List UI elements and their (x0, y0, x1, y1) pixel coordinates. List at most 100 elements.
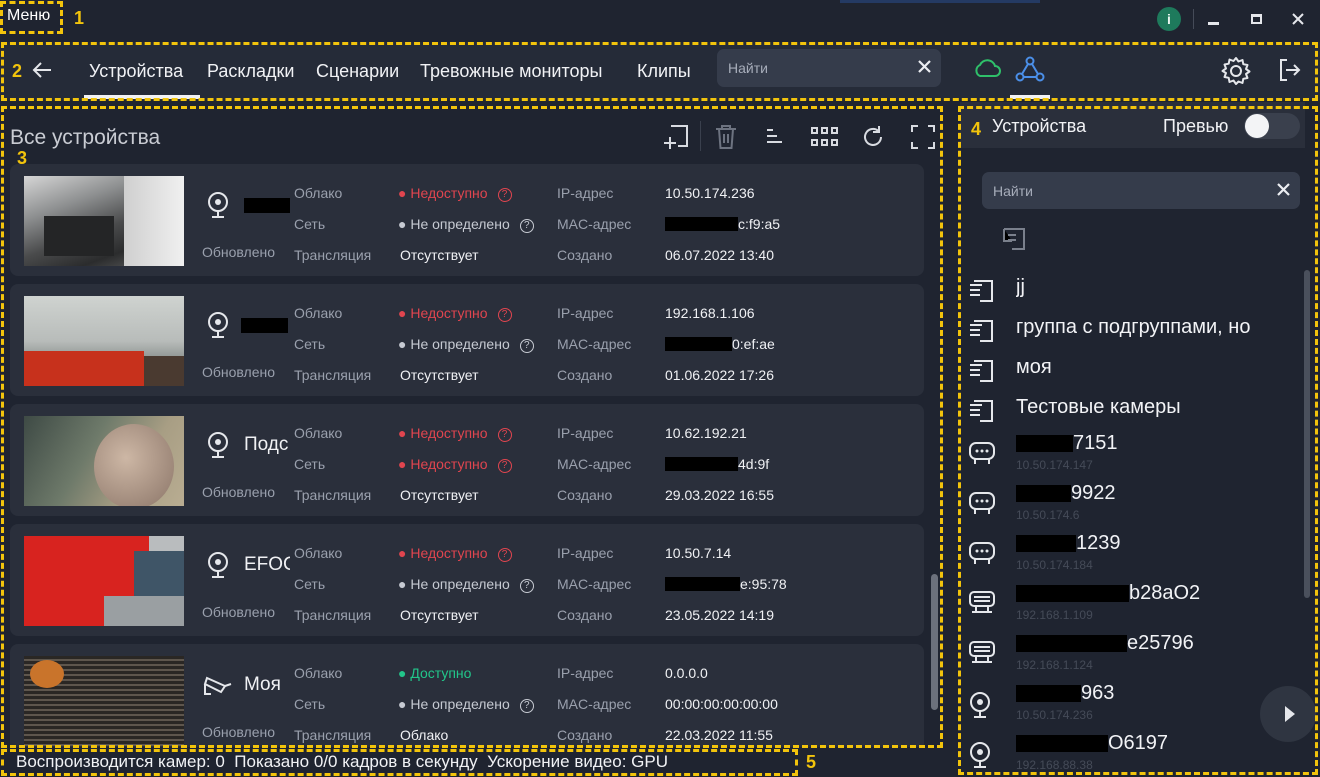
nav-search-input[interactable]: Найти (717, 49, 941, 87)
ip-label: IP-адрес (557, 185, 614, 201)
minimize-icon[interactable] (1200, 8, 1226, 30)
device-card[interactable]: Обновлено Облако Сеть Трансляция ● Недос… (10, 164, 924, 276)
tab-scenarios[interactable]: Сценарии (316, 61, 399, 82)
mac-value: 0:ef:ae (732, 336, 775, 352)
device-name: O6197 (1108, 732, 1169, 754)
divider (1193, 9, 1194, 29)
expand-panel-button[interactable] (1260, 686, 1316, 742)
menu-button[interactable]: Меню (7, 7, 50, 25)
webcam-icon (206, 550, 230, 585)
ip-camera-icon (203, 672, 233, 703)
clear-search-icon[interactable] (918, 60, 931, 76)
webcam-icon (968, 690, 992, 725)
redacted-name (1016, 685, 1081, 702)
stream-label: Трансляция (294, 727, 372, 743)
group-folder-icon (968, 318, 996, 349)
tree-group-item[interactable]: группа с подгруппами, но (960, 310, 1300, 350)
ip-label: IP-адрес (557, 425, 614, 441)
tab-layouts[interactable]: Раскладки (207, 61, 294, 82)
grid-view-icon[interactable] (810, 126, 840, 153)
tree-group-item[interactable]: моя (960, 350, 1300, 390)
add-device-icon[interactable] (662, 123, 690, 156)
tree-device-item[interactable]: 963 10.50.174.236 (960, 680, 1300, 730)
device-card[interactable]: Обновлено Облако Сеть Трансляция ● Недос… (10, 284, 924, 396)
clear-search-icon[interactable] (1277, 182, 1290, 199)
tree-device-item[interactable]: e25796 192.168.1.124 (960, 630, 1300, 680)
device-name: EFOC (244, 554, 290, 575)
device-card[interactable]: EFOC Обновлено Облако Сеть Трансляция ● … (10, 524, 924, 636)
stream-label: Трансляция (294, 367, 372, 383)
logout-icon[interactable] (1277, 57, 1301, 88)
play-arrow-icon (1285, 706, 1295, 722)
camera-thumbnail (24, 536, 184, 626)
ip-value: 10.50.7.14 (665, 545, 732, 561)
redacted-name (1016, 485, 1071, 502)
tree-device-item[interactable]: 9922 10.50.174.6 (960, 480, 1300, 530)
camera-thumbnail (24, 176, 184, 266)
device-card[interactable]: Подс Обновлено Облако Сеть Трансляция ● … (10, 404, 924, 516)
search-placeholder: Найти (993, 182, 1033, 199)
cloud-status: ● Недоступно? (398, 425, 512, 442)
redacted-name (244, 198, 290, 213)
side-scrollbar-thumb[interactable] (1304, 270, 1310, 598)
redacted-name (1016, 535, 1076, 552)
info-icon[interactable]: i (1157, 7, 1181, 31)
toggle-knob (1245, 114, 1269, 138)
maximize-icon[interactable] (1243, 8, 1269, 30)
sort-icon[interactable] (764, 128, 784, 151)
cloud-icon[interactable] (973, 57, 1001, 84)
tree-group-item[interactable]: Тестовые камеры (960, 390, 1300, 430)
mac-value: e:95:78 (740, 576, 787, 592)
ip-value: 10.50.174.236 (665, 185, 755, 201)
refresh-icon[interactable] (860, 124, 886, 155)
annotation-number: 5 (806, 752, 817, 772)
mac-label: MAC-адрес (557, 456, 632, 472)
redacted-mac (665, 217, 738, 231)
preview-toggle[interactable] (1244, 113, 1300, 139)
updated-label: Обновлено (202, 724, 276, 740)
device-name: 1239 (1076, 532, 1121, 554)
fullscreen-icon[interactable] (910, 124, 936, 155)
stream-label: Трансляция (294, 247, 372, 263)
settings-gear-icon[interactable] (1220, 55, 1252, 92)
redacted-mac (665, 577, 740, 591)
close-icon[interactable] (1285, 8, 1311, 30)
ip-label: IP-адрес (557, 665, 614, 681)
network-label: Сеть (294, 576, 326, 592)
group-folder-icon[interactable] (1000, 226, 1028, 257)
network-status: ● Не определено? (398, 336, 534, 353)
device-ip: 10.50.174.236 (1016, 708, 1093, 722)
network-topology-icon[interactable] (1015, 56, 1045, 87)
group-name: Тестовые камеры (1016, 396, 1181, 418)
cloud-status: ● Доступно (398, 665, 472, 681)
devices-panel: Все устройства Обновлено Облако Сеть Тра… (0, 102, 945, 747)
device-ip: 192.168.1.109 (1016, 608, 1093, 622)
tree-device-item[interactable]: 1239 10.50.174.184 (960, 530, 1300, 580)
tree-device-item[interactable]: O6197 192.168.88.38 (960, 730, 1300, 777)
active-icon-underline (1010, 95, 1050, 99)
tree-group-item[interactable]: jj (960, 270, 1300, 310)
nav-bar: Устройства Раскладки Сценарии Тревожные … (0, 42, 1320, 100)
created-value: 22.03.2022 11:55 (665, 727, 773, 743)
scrollbar-thumb[interactable] (931, 574, 938, 710)
annotation-number: 4 (971, 119, 982, 139)
active-tab-underline (84, 95, 200, 99)
ip-value: 0.0.0.0 (665, 665, 708, 681)
tree-device-item[interactable]: b28aO2 192.168.1.109 (960, 580, 1300, 630)
device-name: 963 (1081, 682, 1115, 704)
updated-label: Обновлено (202, 364, 276, 380)
network-status: ● Недоступно? (398, 456, 512, 473)
back-arrow-icon[interactable] (30, 58, 54, 87)
mac-value: 00:00:00:00:00:00 (665, 696, 778, 712)
redacted-name (1016, 585, 1129, 602)
camera-thumbnail (24, 296, 184, 386)
tab-clips[interactable]: Клипы (637, 61, 691, 82)
tab-alarm-monitors[interactable]: Тревожные мониторы (420, 61, 603, 82)
mac-label: MAC-адрес (557, 336, 632, 352)
created-label: Создано (557, 607, 613, 623)
side-search-input[interactable]: Найти (982, 172, 1300, 209)
tab-devices[interactable]: Устройства (89, 61, 183, 82)
tree-device-item[interactable]: 7151 10.50.174.147 (960, 430, 1300, 480)
device-card[interactable]: Моя Обновлено Облако Сеть Трансляция ● Д… (10, 644, 924, 747)
delete-trash-icon[interactable] (714, 124, 738, 155)
